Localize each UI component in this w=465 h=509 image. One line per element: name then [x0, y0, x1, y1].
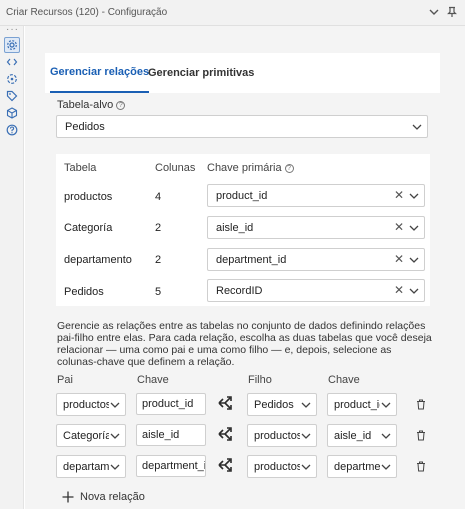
- chevron-down-icon: [381, 402, 391, 408]
- child-key-select[interactable]: product_id: [327, 393, 397, 416]
- tag-icon[interactable]: [4, 88, 20, 104]
- help-icon[interactable]: ?: [284, 164, 294, 173]
- chevron-down-icon: [409, 257, 419, 263]
- target-table-select[interactable]: Pedidos: [56, 115, 428, 138]
- tab-bar: Gerenciar relações Gerenciar primitivas: [45, 53, 440, 93]
- relation-header-child-key: Chave: [328, 374, 360, 386]
- cube-icon[interactable]: [4, 105, 20, 121]
- parent-key-input[interactable]: department_id: [136, 455, 206, 477]
- table-row-name: Pedidos: [64, 286, 104, 298]
- table-row-columns: 4: [155, 191, 162, 203]
- chevron-down-icon: [301, 464, 311, 470]
- clear-icon[interactable]: ✕: [394, 221, 404, 234]
- primary-key-select[interactable]: aisle_id ✕: [207, 216, 425, 239]
- relation-arrows-icon: [218, 458, 232, 472]
- chevron-down-icon: [110, 402, 120, 408]
- child-key-select[interactable]: aisle_id: [327, 424, 397, 447]
- relation-arrows-icon: [218, 396, 232, 410]
- new-relation-label: Nova relação: [80, 491, 145, 503]
- table-row-columns: 2: [155, 222, 162, 234]
- child-table-select[interactable]: productos: [247, 455, 317, 478]
- settings-icon[interactable]: [4, 37, 20, 53]
- pin-icon[interactable]: [445, 5, 459, 19]
- relation-header-child: Filho: [248, 374, 272, 386]
- chevron-down-icon: [381, 433, 391, 439]
- chevron-down-icon: [409, 288, 419, 294]
- help-icon[interactable]: [4, 122, 20, 138]
- more-dots-icon[interactable]: ···: [6, 24, 19, 35]
- child-key-select[interactable]: department_id: [327, 455, 397, 478]
- plus-icon: [62, 491, 74, 503]
- table-row-name: Categoría: [64, 222, 113, 234]
- primary-key-select[interactable]: RecordID ✕: [207, 279, 425, 302]
- chevron-down-icon: [301, 433, 311, 439]
- relation-arrows-icon: [218, 427, 232, 441]
- target-table-value: Pedidos: [65, 120, 105, 133]
- relations-description: Gerencie as relações entre as tabelas no…: [57, 320, 432, 368]
- column-header-primary-key: Chave primária?: [207, 162, 294, 174]
- tab-label: Gerenciar relações: [50, 66, 150, 78]
- tab-manage-primitives[interactable]: Gerenciar primitivas: [148, 53, 254, 93]
- chevron-down-icon: [301, 402, 311, 408]
- clear-icon[interactable]: ✕: [394, 284, 404, 297]
- parent-table-select[interactable]: departamento: [56, 455, 126, 478]
- chevron-down-icon: [110, 464, 120, 470]
- parent-table-select[interactable]: productos: [56, 393, 126, 416]
- tab-label: Gerenciar primitivas: [148, 67, 255, 79]
- collapse-chevron-icon[interactable]: [427, 5, 441, 19]
- table-row-name: productos: [64, 191, 113, 203]
- window-titlebar: Criar Recursos (120) - Configuração: [0, 0, 465, 26]
- code-icon[interactable]: [4, 54, 20, 70]
- parent-key-input[interactable]: product_id: [136, 393, 206, 415]
- child-table-select[interactable]: Pedidos: [247, 393, 317, 416]
- trash-icon[interactable]: [416, 430, 426, 441]
- left-icon-rail: ···: [0, 24, 24, 509]
- primary-key-select[interactable]: department_id ✕: [207, 248, 425, 271]
- relation-header-parent: Pai: [57, 374, 73, 386]
- chevron-down-icon: [110, 433, 120, 439]
- clear-icon[interactable]: ✕: [394, 189, 404, 202]
- child-table-select[interactable]: productos: [247, 424, 317, 447]
- parent-table-select[interactable]: Categoría: [56, 424, 126, 447]
- trash-icon[interactable]: [416, 399, 426, 410]
- table-row-columns: 5: [155, 286, 162, 298]
- relation-header-parent-key: Chave: [137, 374, 169, 386]
- window-title: Criar Recursos (120) - Configuração: [6, 7, 168, 18]
- primary-key-select[interactable]: product_id ✕: [207, 184, 425, 207]
- parent-key-input[interactable]: aisle_id: [136, 424, 206, 446]
- new-relation-button[interactable]: Nova relação: [62, 491, 145, 503]
- chevron-down-icon: [412, 124, 422, 130]
- chevron-down-icon: [409, 225, 419, 231]
- clear-icon[interactable]: ✕: [394, 253, 404, 266]
- tab-manage-relations[interactable]: Gerenciar relações: [50, 53, 150, 93]
- table-row-name: departamento: [64, 254, 132, 266]
- table-row-columns: 2: [155, 254, 162, 266]
- target-table-label: Tabela-alvo?: [57, 99, 126, 111]
- help-icon[interactable]: ?: [116, 101, 126, 110]
- chevron-down-icon: [409, 193, 419, 199]
- column-header-table: Tabela: [64, 162, 97, 174]
- trash-icon[interactable]: [416, 461, 426, 472]
- target-icon[interactable]: [4, 71, 20, 87]
- chevron-down-icon: [381, 464, 391, 470]
- column-header-columns: Colunas: [155, 162, 196, 174]
